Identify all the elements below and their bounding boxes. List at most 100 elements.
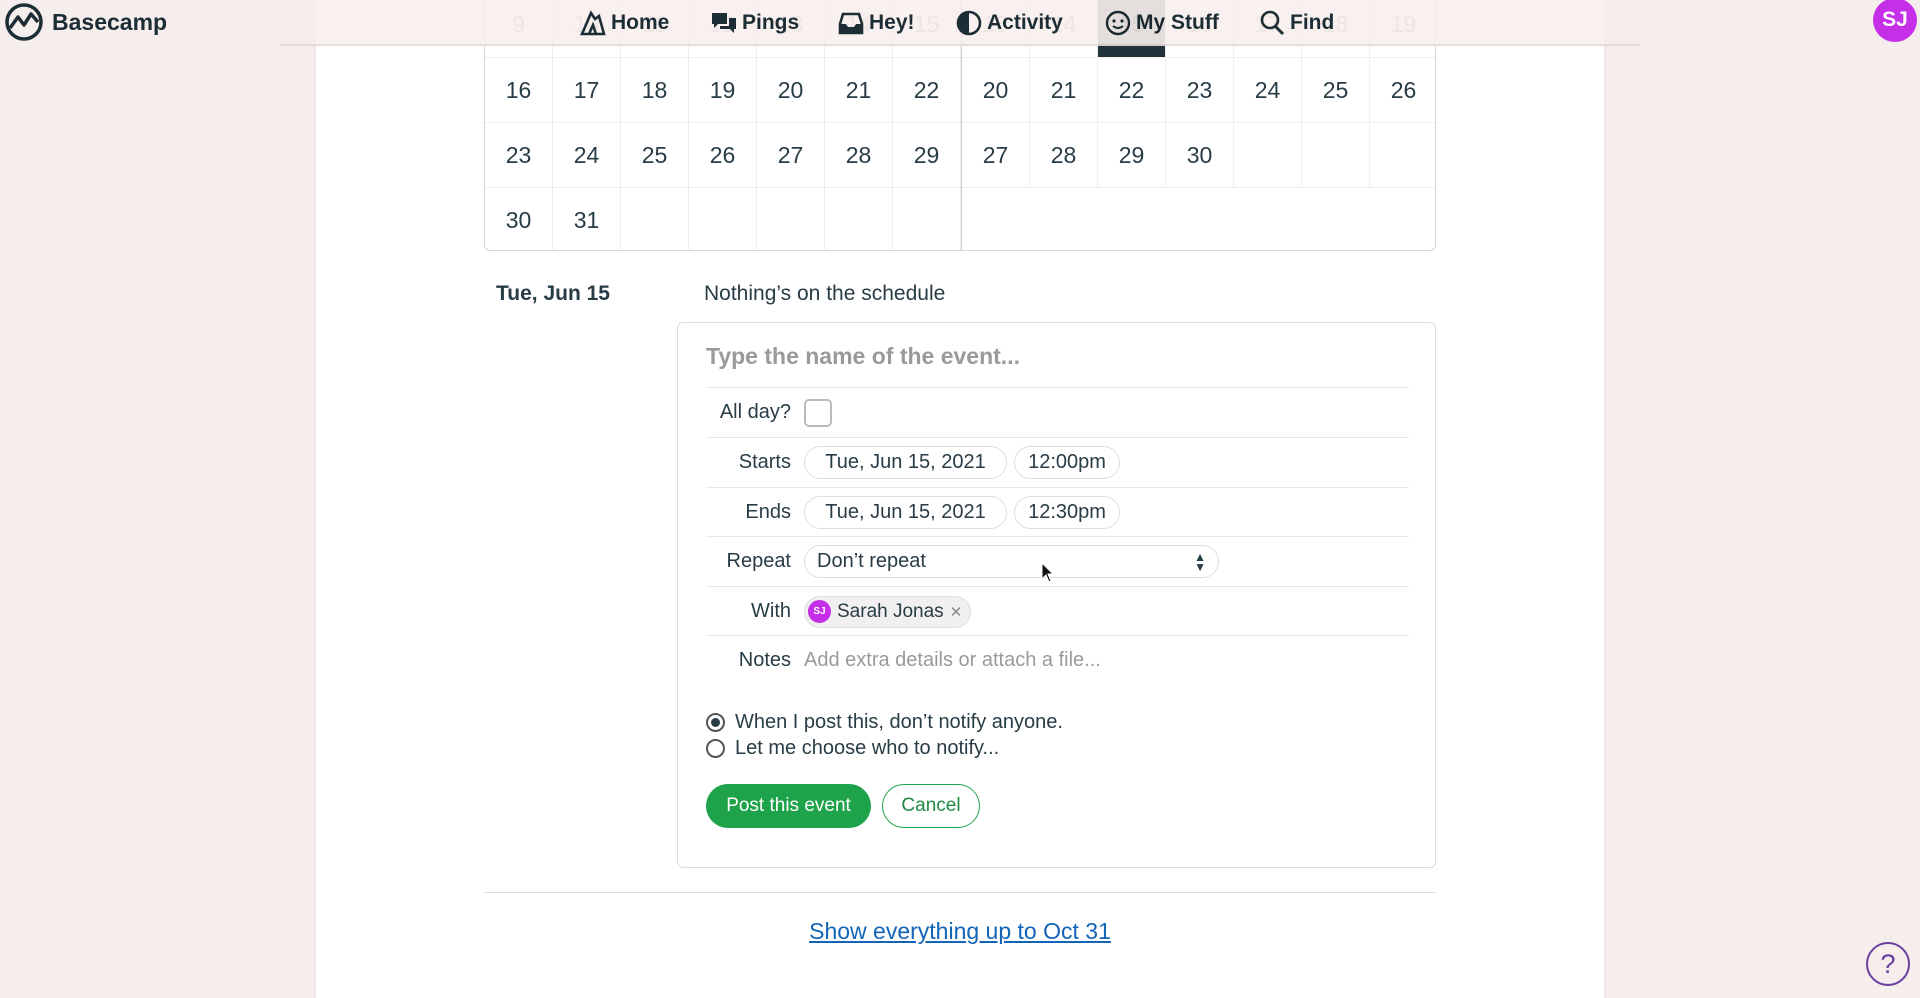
mouse-cursor-icon xyxy=(1041,562,1055,583)
allday-label: All day? xyxy=(719,401,791,423)
basecamp-logo-icon xyxy=(5,3,43,41)
calendar-day xyxy=(1098,188,1166,250)
calendar-day[interactable]: 29 xyxy=(1098,123,1166,188)
calendar-day[interactable]: 24 xyxy=(1234,58,1302,123)
nav-label: Find xyxy=(1290,11,1335,34)
nav-label: Home xyxy=(611,11,670,34)
link-text[interactable]: Show everything up to Oct 31 xyxy=(809,918,1111,944)
nav-activity[interactable]: Activity xyxy=(956,6,1063,40)
starts-row: Starts Tue, Jun 15, 2021 12:00pm xyxy=(706,437,1409,487)
cancel-button[interactable]: Cancel xyxy=(882,784,980,828)
calendar-day[interactable]: 24 xyxy=(553,123,621,188)
event-name-input[interactable] xyxy=(706,343,1396,370)
start-time-field[interactable]: 12:00pm xyxy=(1014,446,1120,479)
calendar-day xyxy=(1302,188,1370,250)
calendar-day[interactable]: 27 xyxy=(962,123,1030,188)
home-icon xyxy=(580,10,606,36)
calendar-day[interactable]: 18 xyxy=(621,58,689,123)
activity-icon xyxy=(956,10,982,36)
nav-pings[interactable]: Pings xyxy=(711,6,799,40)
nav-find[interactable]: Find xyxy=(1259,6,1334,40)
calendar-day xyxy=(1166,188,1234,250)
calendar-day xyxy=(689,188,757,250)
radio-label: Let me choose who to notify... xyxy=(735,737,1000,759)
remove-person-icon[interactable]: ✕ xyxy=(950,603,963,621)
notes-label: Notes xyxy=(738,649,791,671)
calendar-day[interactable]: 22 xyxy=(1098,58,1166,123)
today-indicator xyxy=(1098,46,1165,57)
nav-home[interactable]: Home xyxy=(580,6,669,40)
calendar-day[interactable]: 21 xyxy=(825,58,893,123)
calendar-day[interactable]: 29 xyxy=(893,123,961,188)
calendar-day[interactable]: 30 xyxy=(485,188,553,250)
with-row: With SJ Sarah Jonas ✕ xyxy=(706,586,1409,636)
repeat-value: Don’t repeat xyxy=(817,550,926,572)
calendar-day[interactable]: 26 xyxy=(1370,58,1435,123)
allday-checkbox[interactable] xyxy=(804,398,832,427)
selected-day-label: Tue, Jun 15 xyxy=(496,282,610,305)
calendar-day xyxy=(1234,123,1302,188)
person-avatar: SJ xyxy=(808,600,831,623)
ends-label: Ends xyxy=(745,501,791,523)
calendar-day[interactable]: 31 xyxy=(553,188,621,250)
calendar-day[interactable]: 19 xyxy=(689,58,757,123)
notes-input[interactable]: Add extra details or attach a file... xyxy=(804,649,1101,672)
nav-label: Pings xyxy=(742,11,800,34)
calendar-day[interactable]: 28 xyxy=(825,123,893,188)
select-arrows-icon: ▲ ▼ xyxy=(1194,549,1206,574)
divider xyxy=(484,892,1436,893)
pings-icon xyxy=(712,13,736,33)
person-chip: SJ Sarah Jonas ✕ xyxy=(804,595,972,628)
calendar-day[interactable]: 26 xyxy=(689,123,757,188)
with-label: With xyxy=(751,600,791,622)
top-nav: Basecamp Home Pings Hey! Activity My Stu… xyxy=(0,0,1920,46)
start-date-field[interactable]: Tue, Jun 15, 2021 xyxy=(804,446,1007,479)
calendar-day[interactable]: 23 xyxy=(1166,58,1234,123)
nav-hey[interactable]: Hey! xyxy=(838,6,915,40)
calendar-day[interactable]: 27 xyxy=(757,123,825,188)
new-event-form: All day? Starts Tue, Jun 15, 2021 12:00p… xyxy=(677,322,1436,868)
hey-icon xyxy=(838,12,864,35)
show-everything-link[interactable]: Show everything up to Oct 31 xyxy=(0,918,1920,945)
calendar-day[interactable]: 17 xyxy=(553,58,621,123)
nav-label: Hey! xyxy=(869,11,915,34)
help-button[interactable]: ? xyxy=(1866,942,1910,986)
calendar-day[interactable]: 21 xyxy=(1030,58,1098,123)
post-event-button[interactable]: Post this event xyxy=(706,784,871,828)
ends-row: Ends Tue, Jun 15, 2021 12:30pm xyxy=(706,487,1409,537)
calendar-day xyxy=(1234,188,1302,250)
calendar-day xyxy=(757,188,825,250)
end-date-field[interactable]: Tue, Jun 15, 2021 xyxy=(804,496,1007,529)
calendar-day[interactable]: 28 xyxy=(1030,123,1098,188)
repeat-select[interactable]: Don’t repeat ▲ ▼ xyxy=(804,545,1219,578)
calendar-day xyxy=(893,188,961,250)
calendar-day xyxy=(962,188,1030,250)
search-icon xyxy=(1260,10,1285,36)
calendar-day[interactable]: 22 xyxy=(893,58,961,123)
calendar-day xyxy=(1302,123,1370,188)
calendar-day[interactable]: 20 xyxy=(757,58,825,123)
basecamp-logo[interactable]: Basecamp xyxy=(2,2,167,42)
calendar-day[interactable]: 23 xyxy=(485,123,553,188)
calendar-day[interactable]: 16 xyxy=(485,58,553,123)
radio-label: When I post this, don’t notify anyone. xyxy=(735,711,1063,733)
calendar-day[interactable]: 25 xyxy=(621,123,689,188)
starts-label: Starts xyxy=(738,451,791,473)
radio-button-checked[interactable] xyxy=(706,713,725,732)
calendar-day xyxy=(825,188,893,250)
radio-button[interactable] xyxy=(706,739,725,758)
user-avatar[interactable]: SJ xyxy=(1873,0,1917,42)
repeat-label: Repeat xyxy=(726,550,792,572)
end-time-field[interactable]: 12:30pm xyxy=(1014,496,1120,529)
calendar-day xyxy=(621,188,689,250)
calendar-day[interactable]: 25 xyxy=(1302,58,1370,123)
person-name: Sarah Jonas xyxy=(837,600,944,622)
allday-row: All day? xyxy=(706,387,1409,437)
empty-schedule-text: Nothing’s on the schedule xyxy=(704,282,946,305)
repeat-row: Repeat Don’t repeat ▲ ▼ xyxy=(706,536,1409,586)
radio-dont-notify[interactable]: When I post this, don’t notify anyone. xyxy=(706,711,1063,734)
nav-highlight xyxy=(1098,0,1165,46)
calendar-day[interactable]: 20 xyxy=(962,58,1030,123)
radio-choose-notify[interactable]: Let me choose who to notify... xyxy=(706,737,999,760)
calendar-day[interactable]: 30 xyxy=(1166,123,1234,188)
